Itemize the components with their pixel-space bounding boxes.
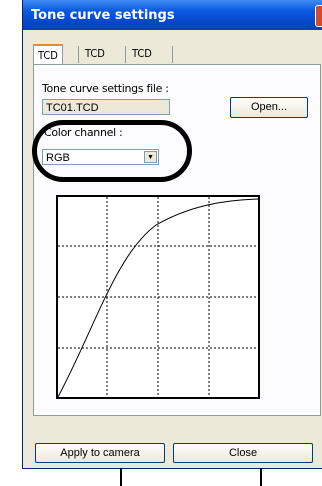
open-button[interactable]: Open... xyxy=(230,97,308,118)
tab-tcd-3[interactable]: TCD 3 xyxy=(128,44,156,79)
apply-button-pointer xyxy=(120,468,122,486)
tab-divider xyxy=(125,46,126,63)
tab-divider xyxy=(78,46,79,63)
tab-tcd-1[interactable]: TCD 1 xyxy=(33,44,63,81)
settings-file-field: TC01.TCD xyxy=(42,99,170,115)
tab-tcd-2[interactable]: TCD 2 xyxy=(81,44,109,79)
close-button-pointer xyxy=(260,468,262,486)
apply-to-camera-button[interactable]: Apply to camera xyxy=(35,443,165,463)
tone-curve-graph[interactable] xyxy=(56,195,260,399)
tab-divider xyxy=(172,46,173,63)
highlight-oval xyxy=(32,120,192,182)
window-title: Tone curve settings xyxy=(31,8,175,23)
close-button[interactable]: Close xyxy=(173,443,313,463)
title-bar[interactable]: Tone curve settings xyxy=(23,0,322,30)
settings-file-label: Tone curve settings file : xyxy=(42,82,169,95)
window-close-icon[interactable] xyxy=(315,5,322,27)
